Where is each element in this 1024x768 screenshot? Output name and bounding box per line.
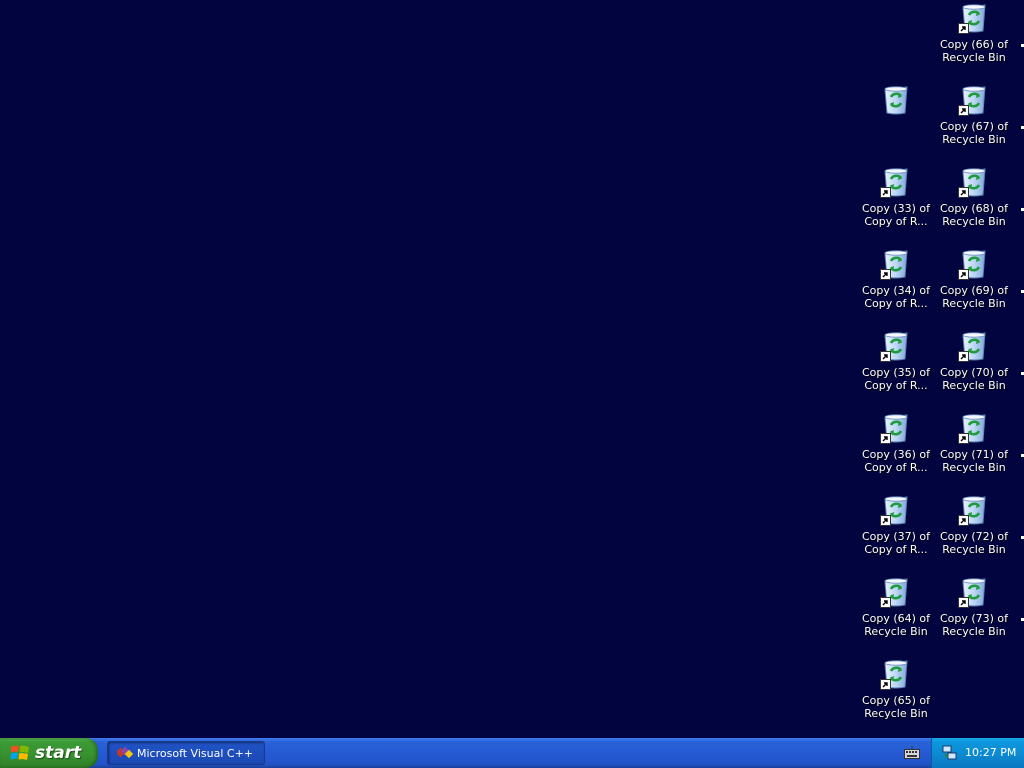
recycle-bin-icon bbox=[880, 166, 912, 198]
visual-cpp-icon bbox=[117, 746, 133, 759]
icon-label-line2: Recycle Bin bbox=[864, 707, 928, 720]
shortcut-arrow-icon bbox=[958, 515, 969, 526]
recycle-bin-icon bbox=[958, 576, 990, 608]
desktop-shortcut-col1-0[interactable] bbox=[858, 84, 934, 162]
shortcut-arrow-icon bbox=[958, 351, 969, 362]
recycle-bin-icon bbox=[958, 166, 990, 198]
icon-label-line2: Recycle Bin bbox=[942, 215, 1006, 228]
desktop-shortcut-col1-4[interactable]: Copy (36) of Copy of R... bbox=[858, 412, 934, 490]
icon-label-line2: Recycle Bin bbox=[942, 133, 1006, 146]
icon-label-line1: Copy (68) of bbox=[939, 202, 1009, 215]
taskbar: start Microsoft Visual C++ 10:27 PM bbox=[0, 738, 1024, 768]
shortcut-arrow-icon bbox=[958, 433, 969, 444]
desktop-shortcut-col1-1[interactable]: Copy (33) of Copy of R... bbox=[858, 166, 934, 244]
icon-label-line2: Recycle Bin bbox=[942, 297, 1006, 310]
desktop-shortcut-col2-0[interactable]: Copy (66) of Recycle Bin bbox=[936, 2, 1012, 80]
shortcut-arrow-icon bbox=[880, 515, 891, 526]
icon-label-line1: Copy (64) of bbox=[861, 612, 931, 625]
shortcut-arrow-icon bbox=[958, 269, 969, 280]
shortcut-arrow-icon bbox=[880, 433, 891, 444]
recycle-bin-icon bbox=[880, 248, 912, 280]
shortcut-arrow-icon bbox=[958, 105, 969, 116]
shortcut-arrow-icon bbox=[958, 23, 969, 34]
icon-label-line1: Copy (36) of bbox=[861, 448, 931, 461]
icon-label-line2: Recycle Bin bbox=[942, 461, 1006, 474]
icon-label-line1: Copy (65) of bbox=[861, 694, 931, 707]
recycle-bin-icon bbox=[880, 658, 912, 690]
desktop-shortcut-col2-3[interactable]: Copy (69) of Recycle Bin bbox=[936, 248, 1012, 326]
desktop-shortcut-col1-6[interactable]: Copy (64) of Recycle Bin bbox=[858, 576, 934, 654]
icon-label-line2: Copy of R... bbox=[864, 543, 928, 556]
desktop-shortcut-col1-2[interactable]: Copy (34) of Copy of R... bbox=[858, 248, 934, 326]
desktop-shortcut-col2-2[interactable]: Copy (68) of Recycle Bin bbox=[936, 166, 1012, 244]
icon-label-line1: Copy (33) of bbox=[861, 202, 931, 215]
shortcut-arrow-icon bbox=[880, 679, 891, 690]
icon-label-line2: Copy of R... bbox=[864, 215, 928, 228]
desktop[interactable]: Copy (33) of Copy of R... Copy (34) of C… bbox=[0, 0, 1024, 738]
desktop-shortcut-col2-5[interactable]: Copy (71) of Recycle Bin bbox=[936, 412, 1012, 490]
icon-label-line2: Copy of R... bbox=[864, 461, 928, 474]
icon-label-line2: Copy of R... bbox=[864, 379, 928, 392]
shortcut-arrow-icon bbox=[880, 187, 891, 198]
recycle-bin-icon bbox=[880, 84, 912, 116]
start-button[interactable]: start bbox=[0, 738, 98, 768]
system-tray: 10:27 PM bbox=[931, 738, 1024, 768]
shortcut-arrow-icon bbox=[880, 597, 891, 608]
icon-label-line1: Copy (70) of bbox=[939, 366, 1009, 379]
icon-label-line1: Copy (35) of bbox=[861, 366, 931, 379]
recycle-bin-icon bbox=[958, 248, 990, 280]
clock[interactable]: 10:27 PM bbox=[965, 746, 1016, 759]
desktop-shortcut-col2-1[interactable]: Copy (67) of Recycle Bin bbox=[936, 84, 1012, 162]
icon-label-line2: Recycle Bin bbox=[942, 625, 1006, 638]
recycle-bin-icon bbox=[958, 330, 990, 362]
recycle-bin-icon bbox=[958, 494, 990, 526]
icon-label-line1: Copy (72) of bbox=[939, 530, 1009, 543]
shortcut-arrow-icon bbox=[958, 187, 969, 198]
icon-label-line2: Recycle Bin bbox=[942, 543, 1006, 556]
icon-label-line1: Copy (37) of bbox=[861, 530, 931, 543]
network-icon[interactable] bbox=[942, 745, 958, 761]
keyboard-icon[interactable] bbox=[904, 746, 920, 760]
windows-logo-icon bbox=[10, 745, 29, 760]
recycle-bin-icon bbox=[958, 412, 990, 444]
desktop-shortcut-col1-3[interactable]: Copy (35) of Copy of R... bbox=[858, 330, 934, 408]
recycle-bin-icon bbox=[880, 412, 912, 444]
icon-label-line1: Copy (69) of bbox=[939, 284, 1009, 297]
desktop-shortcut-col2-6[interactable]: Copy (72) of Recycle Bin bbox=[936, 494, 1012, 572]
desktop-shortcut-col2-7[interactable]: Copy (73) of Recycle Bin bbox=[936, 576, 1012, 654]
icon-label-line2: Recycle Bin bbox=[864, 625, 928, 638]
icon-label-line1: Copy (73) of bbox=[939, 612, 1009, 625]
taskbar-item-label: Microsoft Visual C++ bbox=[137, 746, 254, 760]
desktop-shortcut-col1-5[interactable]: Copy (37) of Copy of R... bbox=[858, 494, 934, 572]
taskbar-item-visual-cpp[interactable]: Microsoft Visual C++ bbox=[107, 741, 265, 765]
icon-label-line2: Recycle Bin bbox=[942, 379, 1006, 392]
icon-label-line2: Copy of R... bbox=[864, 297, 928, 310]
icon-label-line2: Recycle Bin bbox=[942, 51, 1006, 64]
icon-label-line1: Copy (34) of bbox=[861, 284, 931, 297]
start-label: start bbox=[35, 743, 82, 763]
recycle-bin-icon bbox=[880, 576, 912, 608]
recycle-bin-icon bbox=[958, 2, 990, 34]
shortcut-arrow-icon bbox=[880, 351, 891, 362]
recycle-bin-icon bbox=[880, 494, 912, 526]
shortcut-arrow-icon bbox=[880, 269, 891, 280]
icon-label-line1: Copy (71) of bbox=[939, 448, 1009, 461]
desktop-shortcut-col2-4[interactable]: Copy (70) of Recycle Bin bbox=[936, 330, 1012, 408]
recycle-bin-icon bbox=[958, 84, 990, 116]
shortcut-arrow-icon bbox=[958, 597, 969, 608]
icon-label-line1: Copy (66) of bbox=[939, 38, 1009, 51]
icon-label-line1: Copy (67) of bbox=[939, 120, 1009, 133]
desktop-shortcut-col1-7[interactable]: Copy (65) of Recycle Bin bbox=[858, 658, 934, 736]
recycle-bin-icon bbox=[880, 330, 912, 362]
